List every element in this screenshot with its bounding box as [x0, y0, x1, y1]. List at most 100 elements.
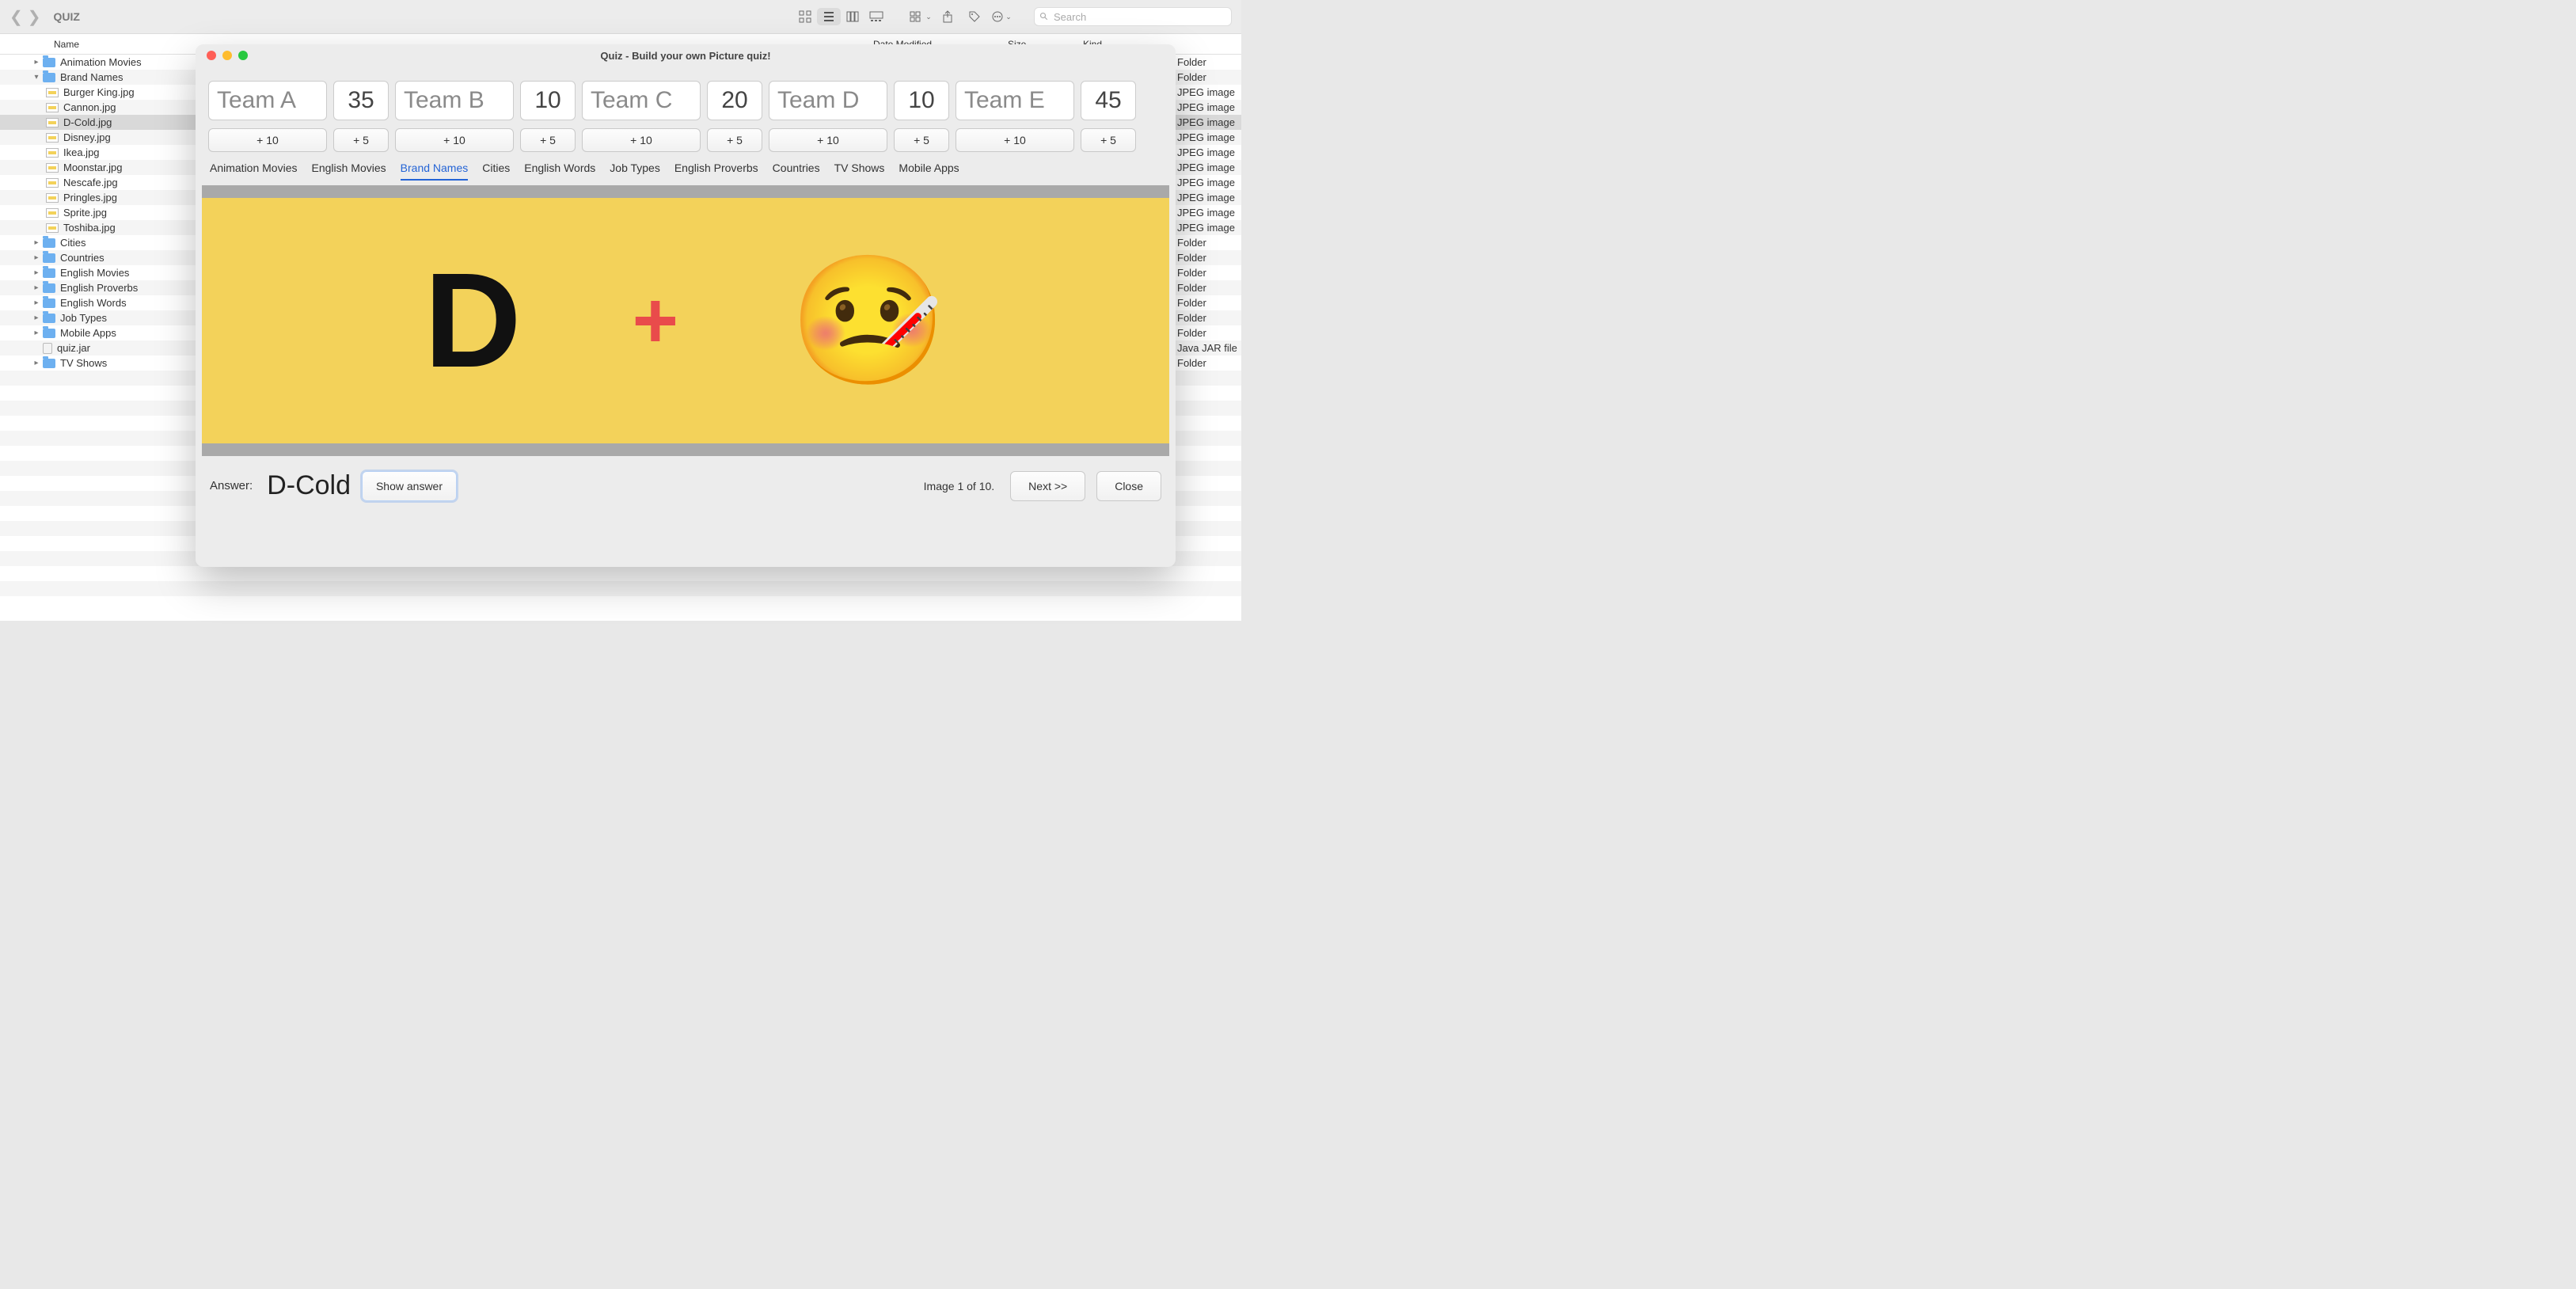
file-name: Pringles.jpg: [63, 192, 117, 203]
view-switcher: ⌄ ⌄ Search: [793, 7, 1232, 26]
nav-back-icon[interactable]: ❮: [9, 7, 23, 27]
folder-icon: [43, 329, 55, 338]
file-name: Countries: [60, 252, 104, 264]
file-name: Job Types: [60, 312, 107, 324]
add-10-button[interactable]: + 10: [956, 128, 1074, 152]
empty-kind-cell: [1174, 386, 1241, 401]
tags-icon[interactable]: [963, 8, 986, 25]
quiz-window: Quiz - Build your own Picture quiz! Team…: [196, 44, 1176, 567]
folder-icon: [43, 298, 55, 308]
jar-icon: [43, 343, 52, 354]
category-tab[interactable]: English Words: [524, 162, 595, 181]
folder-icon: [43, 253, 55, 263]
search-input[interactable]: Search: [1034, 7, 1232, 26]
add-5-button[interactable]: + 5: [894, 128, 949, 152]
quiz-footer: Answer: D-Cold Show answer Image 1 of 10…: [196, 456, 1176, 515]
category-tab[interactable]: Cities: [482, 162, 510, 181]
gallery-view-icon[interactable]: [864, 8, 888, 25]
file-name: Ikea.jpg: [63, 146, 100, 158]
group-by-icon[interactable]: ⌄: [909, 8, 933, 25]
category-tab[interactable]: English Movies: [312, 162, 386, 181]
add-10-button[interactable]: + 10: [769, 128, 887, 152]
team-score-input[interactable]: 10: [520, 81, 576, 120]
close-button[interactable]: Close: [1096, 471, 1161, 501]
team-score-input[interactable]: 20: [707, 81, 762, 120]
disclosure-icon[interactable]: ▸: [32, 314, 41, 322]
kind-cell: JPEG image: [1174, 175, 1241, 190]
category-tab[interactable]: TV Shows: [834, 162, 885, 181]
team-name-input[interactable]: Team E: [956, 81, 1074, 120]
image-file-icon: [46, 88, 59, 97]
file-name: D-Cold.jpg: [63, 116, 112, 128]
empty-row: [0, 596, 1241, 611]
folder-icon: [43, 283, 55, 293]
disclosure-icon[interactable]: ▸: [32, 58, 41, 67]
teams-row: Team A35Team B10Team C20Team D10Team E45: [196, 67, 1176, 128]
icon-view-icon[interactable]: [793, 8, 817, 25]
answer-text: D-Cold: [267, 470, 351, 501]
kind-cell: Folder: [1174, 310, 1241, 325]
share-icon[interactable]: [936, 8, 959, 25]
disclosure-icon[interactable]: ▸: [32, 253, 41, 262]
titlebar: Quiz - Build your own Picture quiz!: [196, 44, 1176, 67]
nav-forward-icon[interactable]: ❯: [28, 7, 41, 27]
show-answer-button[interactable]: Show answer: [362, 471, 457, 501]
image-file-icon: [46, 223, 59, 233]
add-5-button[interactable]: + 5: [333, 128, 389, 152]
more-icon[interactable]: ⌄: [990, 8, 1013, 25]
empty-kind-cell: [1174, 536, 1241, 551]
disclosure-icon[interactable]: ▸: [32, 268, 41, 277]
kind-cell: Folder: [1174, 325, 1241, 340]
category-tab[interactable]: Job Types: [610, 162, 660, 181]
add-5-button[interactable]: + 5: [520, 128, 576, 152]
team-score-input[interactable]: 45: [1081, 81, 1136, 120]
category-tab[interactable]: Mobile Apps: [899, 162, 959, 181]
disclosure-icon[interactable]: ▸: [32, 238, 41, 247]
disclosure-icon[interactable]: ▸: [32, 329, 41, 337]
folder-icon: [43, 238, 55, 248]
add-10-button[interactable]: + 10: [208, 128, 327, 152]
empty-kind-cell: [1174, 581, 1241, 596]
image-file-icon: [46, 118, 59, 127]
kind-cell: JPEG image: [1174, 205, 1241, 220]
team-score-input[interactable]: 35: [333, 81, 389, 120]
team-name-input[interactable]: Team C: [582, 81, 701, 120]
folder-icon: [43, 359, 55, 368]
image-file-icon: [46, 148, 59, 158]
disclosure-icon[interactable]: ▸: [32, 283, 41, 292]
disclosure-icon[interactable]: ▾: [32, 73, 41, 82]
image-file-icon: [46, 178, 59, 188]
add-10-button[interactable]: + 10: [582, 128, 701, 152]
team-name-input[interactable]: Team B: [395, 81, 514, 120]
disclosure-icon[interactable]: ▸: [32, 359, 41, 367]
team-name-input[interactable]: Team D: [769, 81, 887, 120]
add-5-button[interactable]: + 5: [707, 128, 762, 152]
kind-cell: Folder: [1174, 295, 1241, 310]
team-name-input[interactable]: Team A: [208, 81, 327, 120]
empty-kind-cell: [1174, 371, 1241, 386]
disclosure-icon[interactable]: ▸: [32, 298, 41, 307]
category-tab[interactable]: Countries: [773, 162, 820, 181]
add-5-button[interactable]: + 5: [1081, 128, 1136, 152]
file-name: English Movies: [60, 267, 129, 279]
empty-kind-cell: [1174, 596, 1241, 611]
image-file-icon: [46, 103, 59, 112]
file-name: Toshiba.jpg: [63, 222, 116, 234]
empty-kind-cell: [1174, 476, 1241, 491]
category-tab[interactable]: Animation Movies: [210, 162, 298, 181]
category-tab[interactable]: English Proverbs: [674, 162, 758, 181]
team-score-input[interactable]: 10: [894, 81, 949, 120]
column-view-icon[interactable]: [841, 8, 864, 25]
window-title: Quiz - Build your own Picture quiz!: [196, 50, 1176, 62]
add-10-button[interactable]: + 10: [395, 128, 514, 152]
category-tab[interactable]: Brand Names: [401, 162, 469, 181]
file-name: English Words: [60, 297, 127, 309]
next-button[interactable]: Next >>: [1010, 471, 1085, 501]
empty-row: [0, 566, 1241, 581]
picture-area: D + 🤒: [202, 185, 1169, 456]
kind-cell: Folder: [1174, 265, 1241, 280]
kind-cell: Folder: [1174, 70, 1241, 85]
file-name: Cities: [60, 237, 86, 249]
list-view-icon[interactable]: [817, 8, 841, 25]
image-file-icon: [46, 163, 59, 173]
